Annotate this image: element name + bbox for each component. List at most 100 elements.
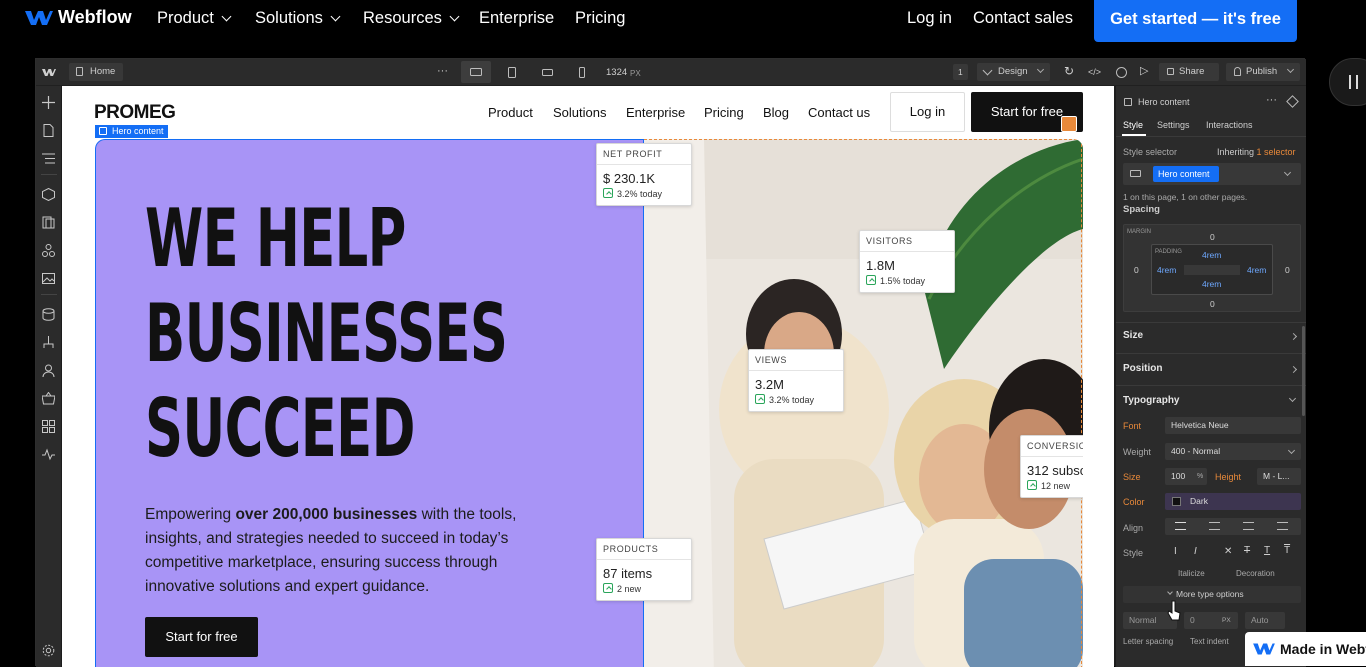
padding-left[interactable]: 4rem [1157, 265, 1176, 276]
margin-top[interactable]: 0 [1210, 232, 1215, 243]
align-left-icon[interactable] [1175, 522, 1186, 530]
nav-solutions[interactable]: Solutions [255, 9, 341, 27]
pause-button[interactable] [1329, 58, 1366, 106]
font-size-input[interactable]: 100% [1165, 468, 1207, 485]
comment-icon[interactable] [1116, 67, 1127, 78]
strikethrough-icon[interactable]: T [1244, 545, 1250, 556]
nav-pricing[interactable]: Pricing [575, 9, 625, 27]
get-started-button[interactable]: Get started — it's free [1094, 0, 1297, 42]
navigator-icon[interactable] [42, 152, 55, 165]
site-top-nav: Webflow Product Solutions Resources Ente… [0, 0, 1366, 52]
site-nav-blog[interactable]: Blog [763, 105, 789, 120]
add-icon[interactable] [42, 96, 55, 109]
assets-icon[interactable] [42, 272, 55, 285]
margin-left[interactable]: 0 [1134, 265, 1139, 276]
webflow-logo[interactable]: Webflow [25, 8, 137, 30]
apps-icon[interactable] [42, 420, 55, 433]
more-icon[interactable]: ··· [437, 65, 448, 77]
ecommerce-icon[interactable] [41, 391, 56, 405]
logic-icon[interactable] [42, 336, 55, 349]
align-justify-icon[interactable] [1277, 522, 1288, 530]
share-button[interactable]: Share [1159, 63, 1219, 81]
margin-bottom[interactable]: 0 [1210, 299, 1215, 310]
selector-field[interactable]: Hero content [1123, 163, 1301, 185]
text-indent-input[interactable]: 0 PX [1184, 612, 1238, 629]
divider [1116, 136, 1306, 137]
site-nav-pricing[interactable]: Pricing [704, 105, 744, 120]
sync-icon[interactable]: ↻ [1064, 65, 1074, 77]
selector-chip[interactable]: Hero content [1153, 166, 1219, 182]
users-icon[interactable] [42, 364, 55, 378]
color-picker[interactable]: Dark [1165, 493, 1301, 510]
underline-icon[interactable]: T [1264, 545, 1270, 556]
made-in-webflow-badge[interactable]: Made in Webflow [1245, 632, 1366, 666]
mobile-portrait-icon[interactable] [579, 67, 585, 78]
style-label: Style [1123, 548, 1144, 558]
site-nav-solutions[interactable]: Solutions [553, 105, 606, 120]
site-nav-enterprise[interactable]: Enterprise [626, 105, 685, 120]
spacing-box[interactable]: MARGIN 0 0 0 0 PADDING 4rem 4rem 4rem 4r… [1123, 224, 1301, 312]
trend-up-icon [603, 188, 613, 198]
publish-button[interactable]: Publish [1226, 63, 1300, 81]
weight-select[interactable]: 400 - Normal [1165, 443, 1301, 460]
overline-icon[interactable]: T [1284, 545, 1290, 556]
size-section-header[interactable]: Size [1123, 330, 1143, 341]
site-logo[interactable]: PROMEG [94, 102, 176, 124]
audit-icon[interactable] [42, 448, 55, 461]
padding-box[interactable]: PADDING 4rem 4rem 4rem 4rem [1151, 244, 1273, 295]
tab-style[interactable]: Style [1123, 120, 1143, 131]
padding-top[interactable]: 4rem [1202, 250, 1221, 261]
selection-label[interactable]: Hero content [95, 125, 168, 138]
badge[interactable]: 1 [953, 64, 968, 80]
mode-dropdown[interactable]: Design [977, 63, 1050, 81]
columns-input[interactable]: Auto [1245, 612, 1285, 629]
align-center-icon[interactable] [1209, 522, 1220, 530]
position-section-header[interactable]: Position [1123, 363, 1162, 374]
spacing-section-header[interactable]: Spacing [1123, 204, 1160, 215]
padding-bottom[interactable]: 4rem [1202, 279, 1221, 290]
inheriting-link[interactable]: 1 selector [1257, 147, 1296, 157]
color-value: Dark [1190, 496, 1208, 506]
more-options-icon[interactable]: ··· [1266, 95, 1277, 106]
line-height-input[interactable]: M - L... [1257, 468, 1301, 485]
mobile-landscape-icon[interactable] [542, 69, 553, 76]
site-nav-product[interactable]: Product [488, 105, 533, 120]
padding-right[interactable]: 4rem [1247, 265, 1266, 276]
nav-enterprise[interactable]: Enterprise [479, 9, 554, 27]
site-nav-contact[interactable]: Contact us [808, 105, 870, 120]
decoration-none-icon[interactable]: ✕ [1224, 546, 1232, 557]
scrollbar[interactable] [1302, 326, 1305, 416]
nav-product[interactable]: Product [157, 9, 232, 27]
italic-off-icon[interactable]: I [1174, 546, 1177, 557]
settings-gear-icon[interactable] [42, 644, 55, 657]
contact-sales-link[interactable]: Contact sales [973, 9, 1073, 27]
typography-section-header[interactable]: Typography [1123, 395, 1179, 406]
page-selector[interactable]: Home [69, 63, 123, 81]
components-icon[interactable] [42, 187, 55, 202]
component-icon[interactable] [1286, 95, 1299, 108]
warning-badge-icon[interactable] [1061, 116, 1077, 132]
font-size-unit[interactable]: % [1197, 468, 1203, 485]
align-right-icon[interactable] [1243, 522, 1254, 530]
pages-icon[interactable] [42, 124, 55, 137]
design-canvas[interactable]: PROMEG Product Solutions Enterprise Pric… [62, 86, 1114, 667]
tab-interactions[interactable]: Interactions [1206, 120, 1253, 131]
site-login-button[interactable]: Log in [890, 92, 965, 132]
tab-settings[interactable]: Settings [1157, 120, 1190, 131]
tablet-icon[interactable] [508, 67, 516, 78]
margin-right[interactable]: 0 [1285, 265, 1290, 276]
hero-section[interactable]: WE HELP BUSINESSES SUCCEED Empowering ov… [95, 139, 1083, 667]
italic-on-icon[interactable]: I [1194, 546, 1197, 557]
cms-icon[interactable] [42, 308, 55, 321]
breakpoint-desktop-button[interactable] [461, 61, 491, 83]
webflow-menu-icon[interactable] [42, 68, 56, 77]
color-swatch [1172, 497, 1181, 506]
styles-icon[interactable] [42, 244, 55, 257]
font-select[interactable]: Helvetica Neue [1165, 417, 1301, 434]
variables-icon[interactable] [42, 216, 55, 229]
login-link[interactable]: Log in [907, 9, 952, 27]
nav-resources[interactable]: Resources [363, 9, 460, 27]
text-indent-unit[interactable]: PX [1222, 612, 1231, 629]
more-type-options-button[interactable]: More type options [1123, 586, 1301, 603]
code-icon[interactable]: </> [1088, 66, 1101, 78]
